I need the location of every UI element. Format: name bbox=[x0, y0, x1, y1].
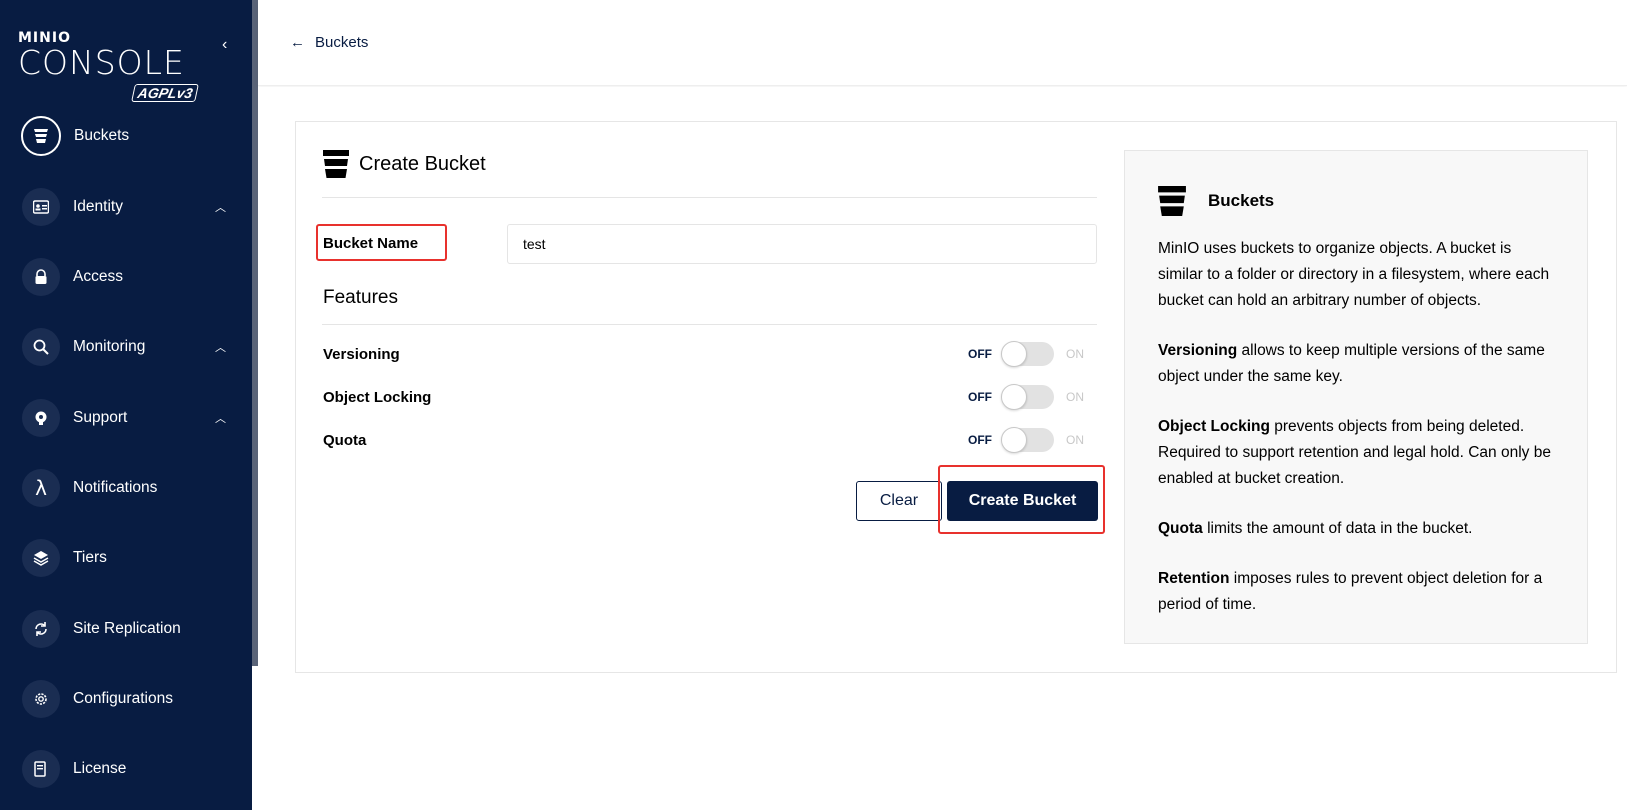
layers-icon bbox=[22, 539, 60, 577]
toggle-off-label: OFF bbox=[968, 347, 992, 361]
lambda-icon: λ bbox=[22, 469, 60, 507]
form-title-text: Create Bucket bbox=[359, 152, 486, 175]
replication-icon bbox=[22, 610, 60, 648]
sidebar-item-label: Notifications bbox=[73, 479, 158, 496]
sidebar-item-label: Access bbox=[73, 268, 123, 285]
quota-toggle[interactable]: OFF ON bbox=[968, 427, 1084, 453]
sidebar-item-label: Site Replication bbox=[73, 620, 181, 637]
sidebar-item-label: Support bbox=[73, 409, 128, 426]
support-icon bbox=[22, 399, 60, 437]
toggle-knob[interactable] bbox=[1001, 384, 1027, 410]
chevron-up-icon[interactable]: ︿ bbox=[215, 410, 226, 426]
features-heading: Features bbox=[323, 287, 398, 308]
help-title: Buckets bbox=[1208, 191, 1275, 210]
bucket-icon bbox=[1158, 186, 1186, 216]
quota-label: Quota bbox=[323, 431, 367, 449]
help-header: Buckets bbox=[1158, 186, 1555, 216]
magnifier-icon bbox=[22, 328, 60, 366]
toggle-on-label: ON bbox=[1066, 347, 1084, 361]
object-locking-label: Object Locking bbox=[323, 388, 432, 406]
toggle-track[interactable] bbox=[1001, 427, 1054, 453]
help-panel: Buckets MinIO uses buckets to organize o… bbox=[1124, 150, 1588, 644]
logo-license-badge: AGPLv3 bbox=[131, 84, 200, 102]
feature-row-versioning: Versioning OFF ON bbox=[323, 339, 1097, 369]
sidebar: MINIO CONSOLE AGPLv3 ‹ Buckets Identity … bbox=[0, 0, 258, 810]
toggle-knob[interactable] bbox=[1001, 341, 1027, 367]
toggle-on-label: ON bbox=[1066, 390, 1084, 404]
clear-button[interactable]: Clear bbox=[856, 481, 942, 521]
sidebar-item-access[interactable]: Access bbox=[0, 252, 252, 302]
sidebar-item-monitoring[interactable]: Monitoring ︿ bbox=[0, 322, 252, 372]
collapse-sidebar-icon[interactable]: ‹ bbox=[222, 36, 227, 54]
help-term: Object Locking bbox=[1158, 418, 1270, 435]
top-bar: ← Buckets bbox=[258, 0, 1627, 86]
help-term: Quota bbox=[1158, 520, 1203, 537]
logo-console-text: CONSOLE bbox=[18, 43, 185, 82]
lock-icon bbox=[22, 258, 60, 296]
sidebar-item-support[interactable]: Support ︿ bbox=[0, 393, 252, 443]
help-retention: Retention imposes rules to prevent objec… bbox=[1158, 566, 1555, 618]
help-quota: Quota limits the amount of data in the b… bbox=[1158, 516, 1555, 542]
chevron-up-icon[interactable]: ︿ bbox=[215, 339, 226, 355]
sidebar-item-label: Identity bbox=[73, 198, 123, 215]
sidebar-item-notifications[interactable]: λ Notifications bbox=[0, 463, 252, 513]
back-to-buckets-link[interactable]: ← Buckets bbox=[290, 34, 368, 51]
help-intro: MinIO uses buckets to organize objects. … bbox=[1158, 240, 1550, 309]
object-locking-toggle[interactable]: OFF ON bbox=[968, 384, 1084, 410]
form-title: Create Bucket bbox=[323, 150, 486, 178]
bucket-name-label: Bucket Name bbox=[323, 235, 419, 252]
sidebar-item-label: Tiers bbox=[73, 549, 107, 566]
divider bbox=[322, 324, 1097, 325]
help-term: Versioning bbox=[1158, 342, 1238, 359]
help-term: Retention bbox=[1158, 570, 1230, 587]
sidebar-item-license[interactable]: License bbox=[0, 744, 252, 794]
divider bbox=[322, 197, 1097, 198]
versioning-label: Versioning bbox=[323, 345, 400, 363]
help-object-locking: Object Locking prevents objects from bei… bbox=[1158, 414, 1555, 492]
gear-icon bbox=[22, 680, 60, 718]
toggle-track[interactable] bbox=[1001, 384, 1054, 410]
sidebar-item-label: Buckets bbox=[74, 127, 130, 144]
sidebar-item-buckets[interactable]: Buckets bbox=[0, 111, 252, 161]
id-card-icon bbox=[22, 188, 60, 226]
bucket-icon bbox=[21, 116, 61, 156]
sidebar-item-identity[interactable]: Identity ︿ bbox=[0, 182, 252, 232]
versioning-toggle[interactable]: OFF ON bbox=[968, 341, 1084, 367]
feature-row-object-locking: Object Locking OFF ON bbox=[323, 382, 1097, 412]
toggle-off-label: OFF bbox=[968, 390, 992, 404]
license-icon bbox=[22, 750, 60, 788]
help-text: limits the amount of data in the bucket. bbox=[1202, 520, 1473, 537]
sidebar-item-site-replication[interactable]: Site Replication bbox=[0, 604, 252, 654]
sidebar-item-label: License bbox=[73, 760, 127, 777]
back-link-label: Buckets bbox=[315, 34, 369, 51]
toggle-on-label: ON bbox=[1066, 433, 1084, 447]
help-versioning: Versioning allows to keep multiple versi… bbox=[1158, 338, 1555, 390]
toggle-track[interactable] bbox=[1001, 341, 1054, 367]
sidebar-item-tiers[interactable]: Tiers bbox=[0, 533, 252, 583]
toggle-off-label: OFF bbox=[968, 433, 992, 447]
sidebar-item-label: Configurations bbox=[73, 690, 173, 707]
arrow-left-icon: ← bbox=[290, 34, 305, 51]
sidebar-item-configurations[interactable]: Configurations bbox=[0, 674, 252, 724]
chevron-up-icon[interactable]: ︿ bbox=[215, 199, 226, 215]
minio-console-logo: MINIO CONSOLE AGPLv3 bbox=[18, 30, 208, 110]
create-bucket-button[interactable]: Create Bucket bbox=[947, 481, 1098, 521]
toggle-knob[interactable] bbox=[1001, 427, 1027, 453]
sidebar-item-label: Monitoring bbox=[73, 338, 146, 355]
bucket-name-input[interactable] bbox=[507, 224, 1097, 264]
bucket-icon bbox=[323, 150, 349, 178]
feature-row-quota: Quota OFF ON bbox=[323, 425, 1097, 455]
